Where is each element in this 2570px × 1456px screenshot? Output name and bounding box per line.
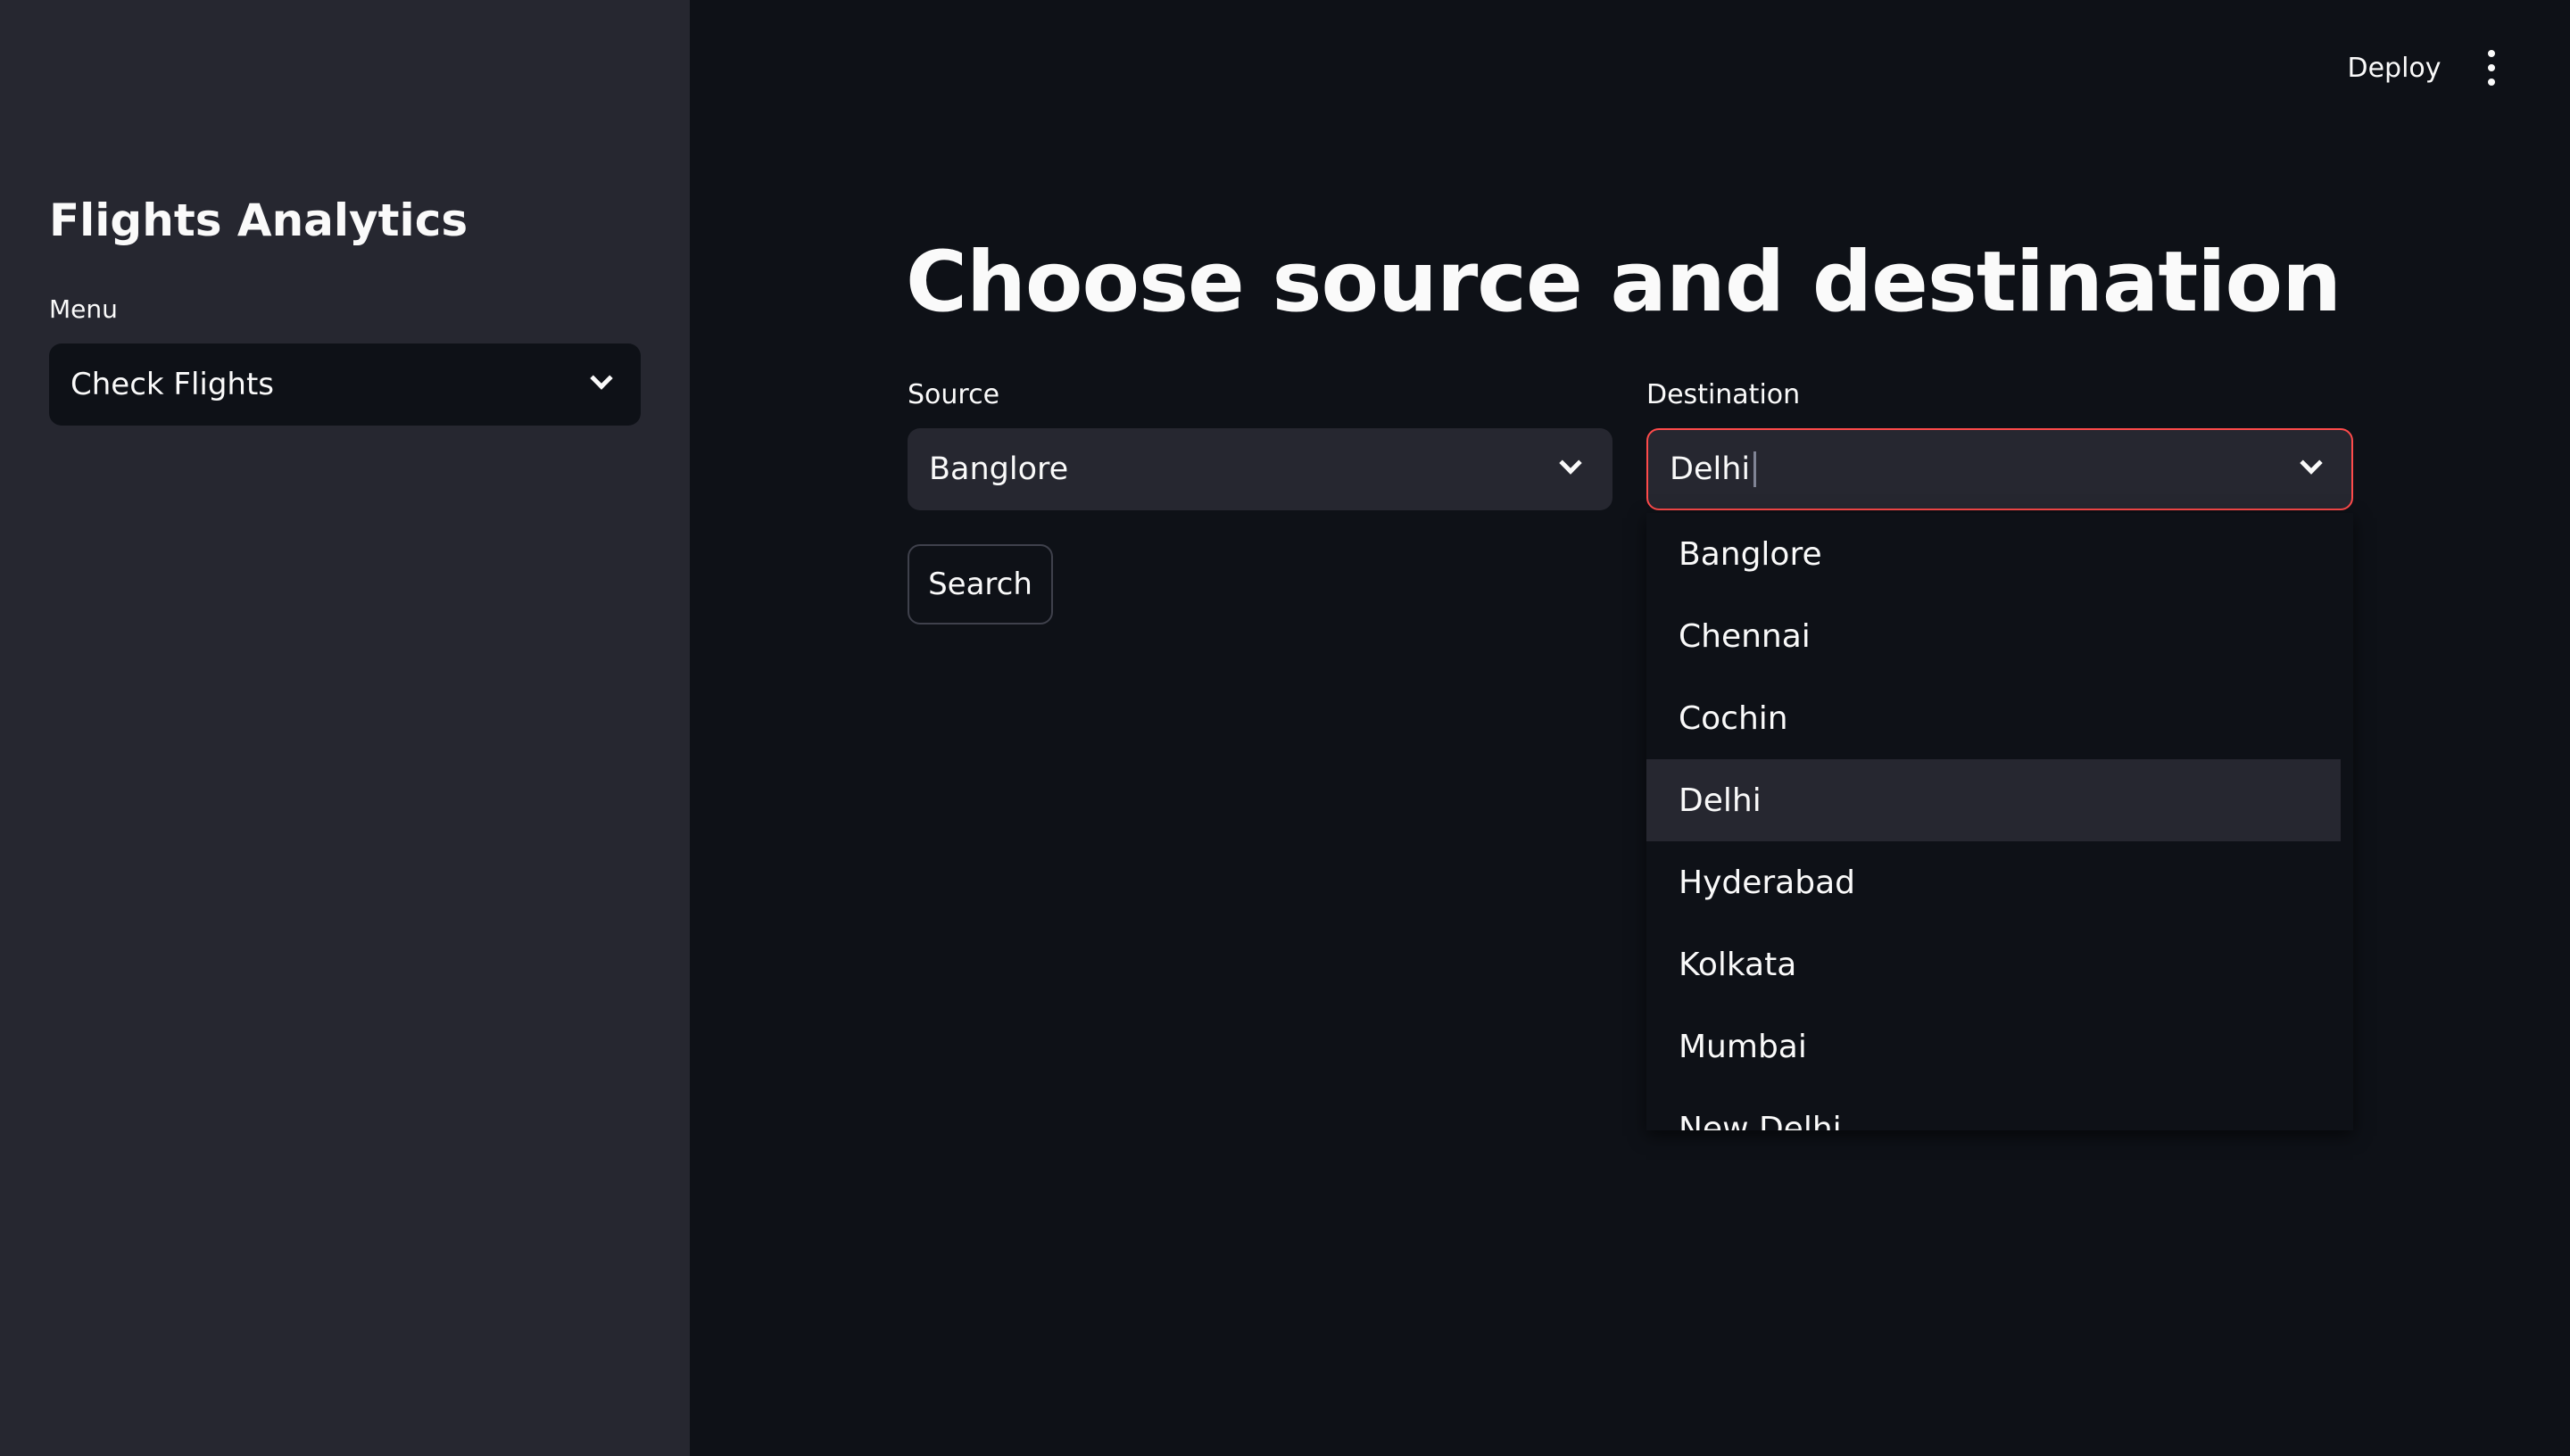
dropdown-option[interactable]: Banglore (1646, 513, 2341, 595)
menu-select[interactable]: Check Flights (49, 343, 641, 426)
destination-select[interactable]: Delhi (1646, 428, 2353, 510)
chevron-down-icon (590, 367, 613, 390)
source-select[interactable]: Banglore (908, 428, 1612, 510)
dropdown-option[interactable]: Chennai (1646, 595, 2341, 677)
destination-label: Destination (1646, 379, 1801, 410)
deploy-button[interactable]: Deploy (2327, 46, 2461, 89)
dropdown-option[interactable]: Hyderabad (1646, 841, 2341, 923)
chevron-down-icon (2300, 451, 2323, 475)
destination-dropdown-list[interactable]: Banglore Chennai Cochin Delhi Hyderabad … (1646, 513, 2353, 1130)
sidebar: Flights Analytics Menu Check Flights (0, 0, 690, 1456)
dropdown-option[interactable]: New Delhi (1646, 1088, 2341, 1131)
chevron-down-icon (1559, 451, 1582, 475)
dropdown-option-highlighted[interactable]: Delhi (1646, 759, 2341, 841)
destination-select-value[interactable]: Delhi (1670, 451, 1750, 487)
text-cursor (1753, 451, 1757, 487)
kebab-menu-icon[interactable] (2481, 50, 2502, 86)
search-button[interactable]: Search (908, 544, 1053, 625)
menu-select-value: Check Flights (70, 367, 275, 402)
page-title: Choose source and destination (906, 234, 2342, 331)
source-label: Source (908, 379, 1000, 410)
dropdown-option[interactable]: Mumbai (1646, 1005, 2341, 1088)
menu-label: Menu (49, 294, 118, 324)
dropdown-option[interactable]: Kolkata (1646, 923, 2341, 1005)
dropdown-option[interactable]: Cochin (1646, 677, 2341, 759)
source-select-value: Banglore (929, 451, 1069, 487)
sidebar-title: Flights Analytics (49, 194, 468, 246)
